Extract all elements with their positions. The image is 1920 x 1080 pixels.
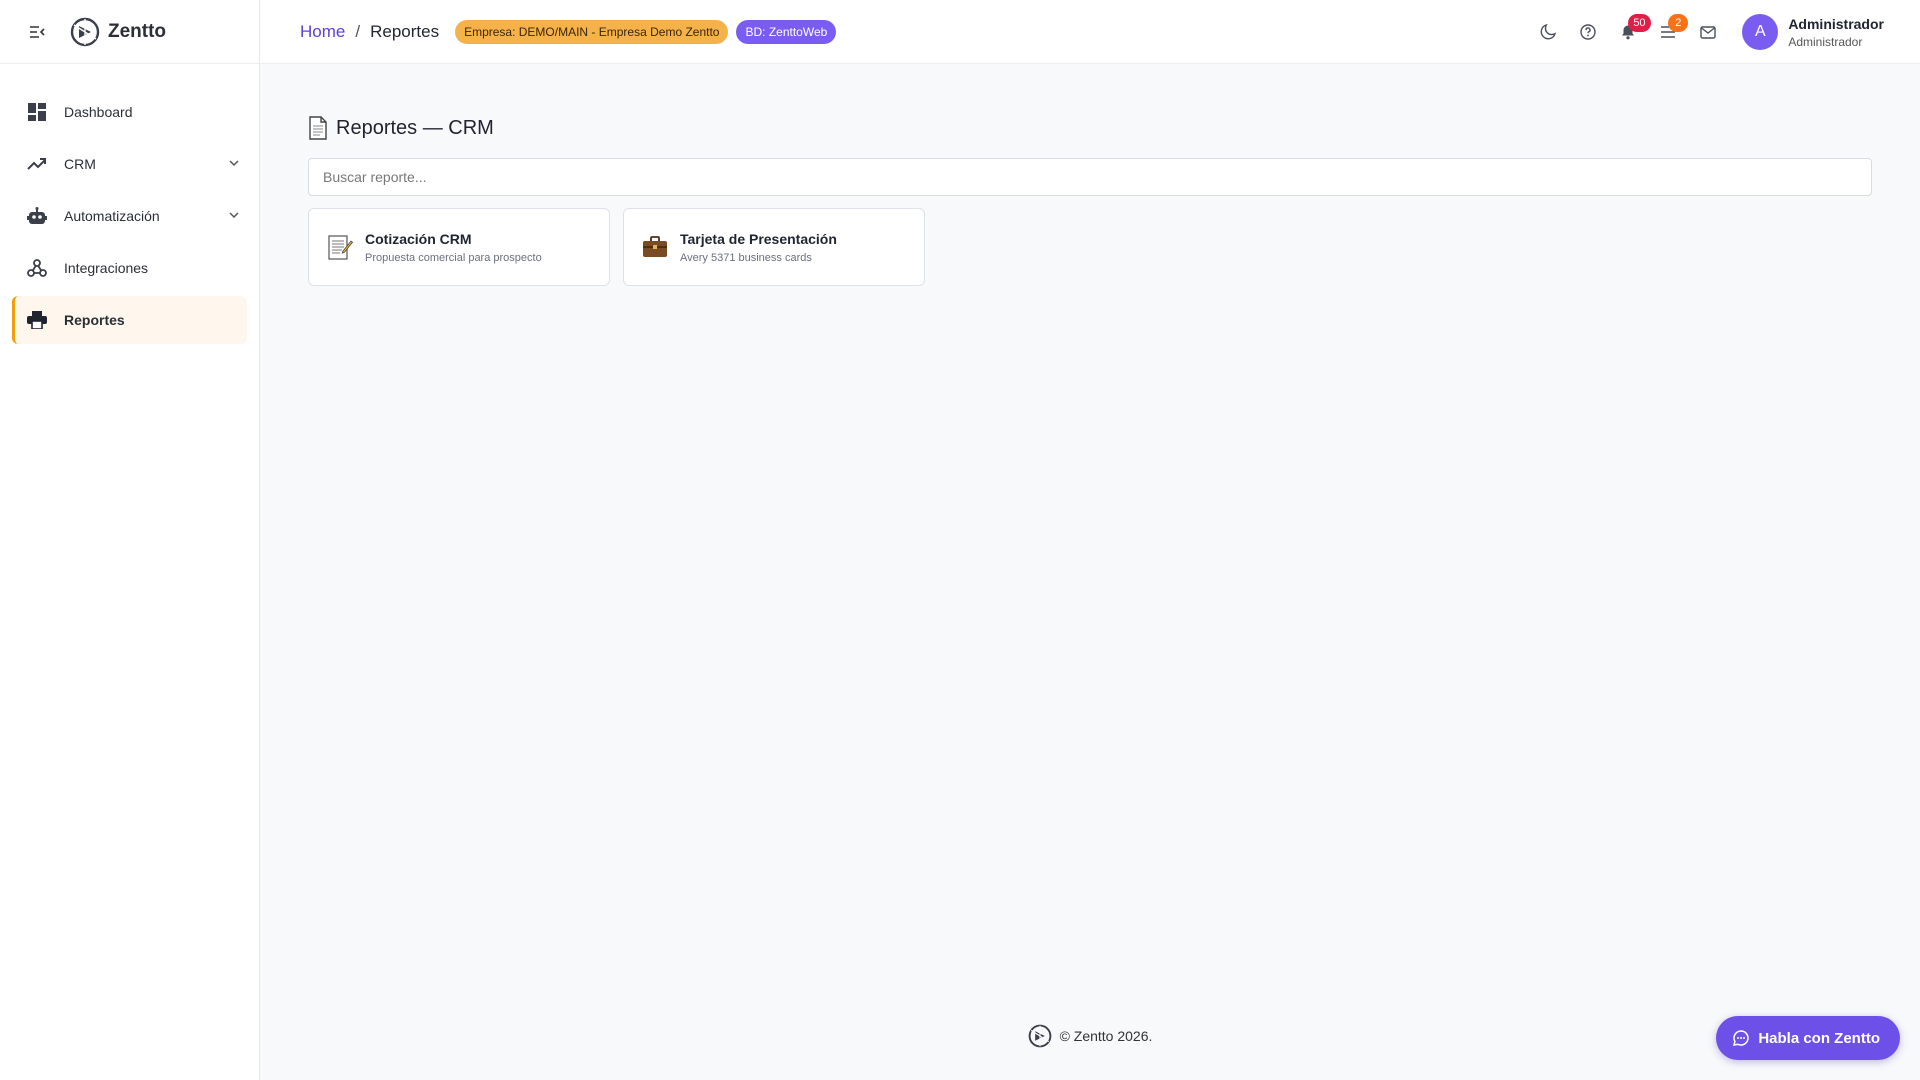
sidebar-item-label: Dashboard — [64, 104, 133, 120]
sidebar-item-label: CRM — [64, 156, 96, 172]
report-card-tarjeta-presentacion[interactable]: Tarjeta de Presentación Avery 5371 busin… — [623, 208, 925, 286]
chat-button-label: Habla con Zentto — [1758, 1029, 1880, 1047]
sidebar-item-label: Reportes — [64, 312, 125, 328]
card-subtitle: Avery 5371 business cards — [680, 251, 812, 264]
zentto-logo-icon[interactable] — [70, 17, 100, 47]
empresa-chip[interactable]: Empresa: DEMO/MAIN - Empresa Demo Zentto — [455, 19, 729, 44]
zentto-logo-icon — [1028, 1024, 1051, 1048]
dark-mode-icon[interactable] — [1528, 12, 1568, 52]
robot-icon — [26, 205, 48, 227]
chevron-down-icon[interactable] — [227, 156, 241, 170]
sidebar-item-automatizacion[interactable]: Automatización — [12, 192, 247, 240]
report-card-cotizacion-crm[interactable]: Cotización CRM Propuesta comercial para … — [308, 208, 610, 286]
footer-text: © Zentto 2026. — [1059, 1028, 1153, 1044]
memo-icon — [325, 232, 355, 262]
page-title: Reportes — CRM — [308, 116, 494, 140]
chat-with-zentto-button[interactable]: Habla con Zentto — [1716, 1016, 1900, 1060]
breadcrumb-separator: / — [355, 21, 361, 41]
breadcrumb-current: Reportes — [370, 21, 440, 41]
notifications-badge: 50 — [1628, 14, 1651, 32]
card-title: Tarjeta de Presentación — [680, 230, 837, 247]
search-reports-input[interactable] — [308, 158, 1872, 196]
webhook-icon — [26, 257, 48, 279]
brand-header: Zentto — [0, 0, 259, 64]
footer: © Zentto 2026. — [260, 1024, 1920, 1048]
printer-icon — [26, 309, 48, 331]
page-title-text: Reportes — CRM — [336, 116, 494, 139]
mail-icon[interactable] — [1688, 12, 1728, 52]
user-avatar[interactable]: A — [1742, 14, 1779, 50]
card-title: Cotización CRM — [365, 230, 472, 247]
help-icon[interactable] — [1568, 12, 1608, 52]
user-name: Administrador — [1788, 15, 1884, 32]
sidebar-item-dashboard[interactable]: Dashboard — [12, 88, 247, 136]
chevron-down-icon[interactable] — [227, 208, 241, 222]
briefcase-icon — [640, 232, 670, 262]
main-content: Reportes — CRM Cotización CRM Propuesta … — [260, 64, 1920, 1080]
user-info[interactable]: Administrador Administrador — [1788, 16, 1884, 49]
brand-name[interactable]: Zentto — [108, 21, 166, 43]
sidebar-item-crm[interactable]: CRM — [12, 140, 247, 188]
sidebar-item-integraciones[interactable]: Integraciones — [12, 244, 247, 292]
database-chip[interactable]: BD: ZenttoWeb — [736, 19, 837, 44]
sidebar-nav: Dashboard CRM Automatización Integracion… — [0, 64, 259, 344]
menu-collapse-icon[interactable] — [28, 23, 46, 41]
sidebar: Zentto Dashboard CRM Automatización Inte… — [0, 0, 260, 1080]
card-subtitle: Propuesta comercial para prospecto — [365, 251, 542, 264]
dashboard-icon — [26, 101, 48, 123]
tasks-badge: 2 — [1668, 14, 1689, 32]
header-actions: 50 2 A Administrador Administrador — [1528, 0, 1920, 64]
top-header: Home / Reportes Empresa: DEMO/MAIN - Emp… — [260, 0, 1920, 64]
sidebar-item-reportes[interactable]: Reportes — [12, 296, 247, 344]
sidebar-item-label: Automatización — [64, 208, 160, 224]
chat-bubble-icon — [1733, 1030, 1750, 1046]
breadcrumb-home[interactable]: Home — [300, 22, 345, 42]
sidebar-item-label: Integraciones — [64, 260, 149, 276]
trending-up-icon — [26, 153, 48, 175]
document-icon — [309, 116, 327, 140]
user-role: Administrador — [1788, 34, 1863, 49]
report-cards: Cotización CRM Propuesta comercial para … — [308, 208, 938, 286]
tasks-list-icon[interactable]: 2 — [1648, 12, 1689, 52]
notifications-bell-icon[interactable]: 50 — [1608, 12, 1651, 52]
